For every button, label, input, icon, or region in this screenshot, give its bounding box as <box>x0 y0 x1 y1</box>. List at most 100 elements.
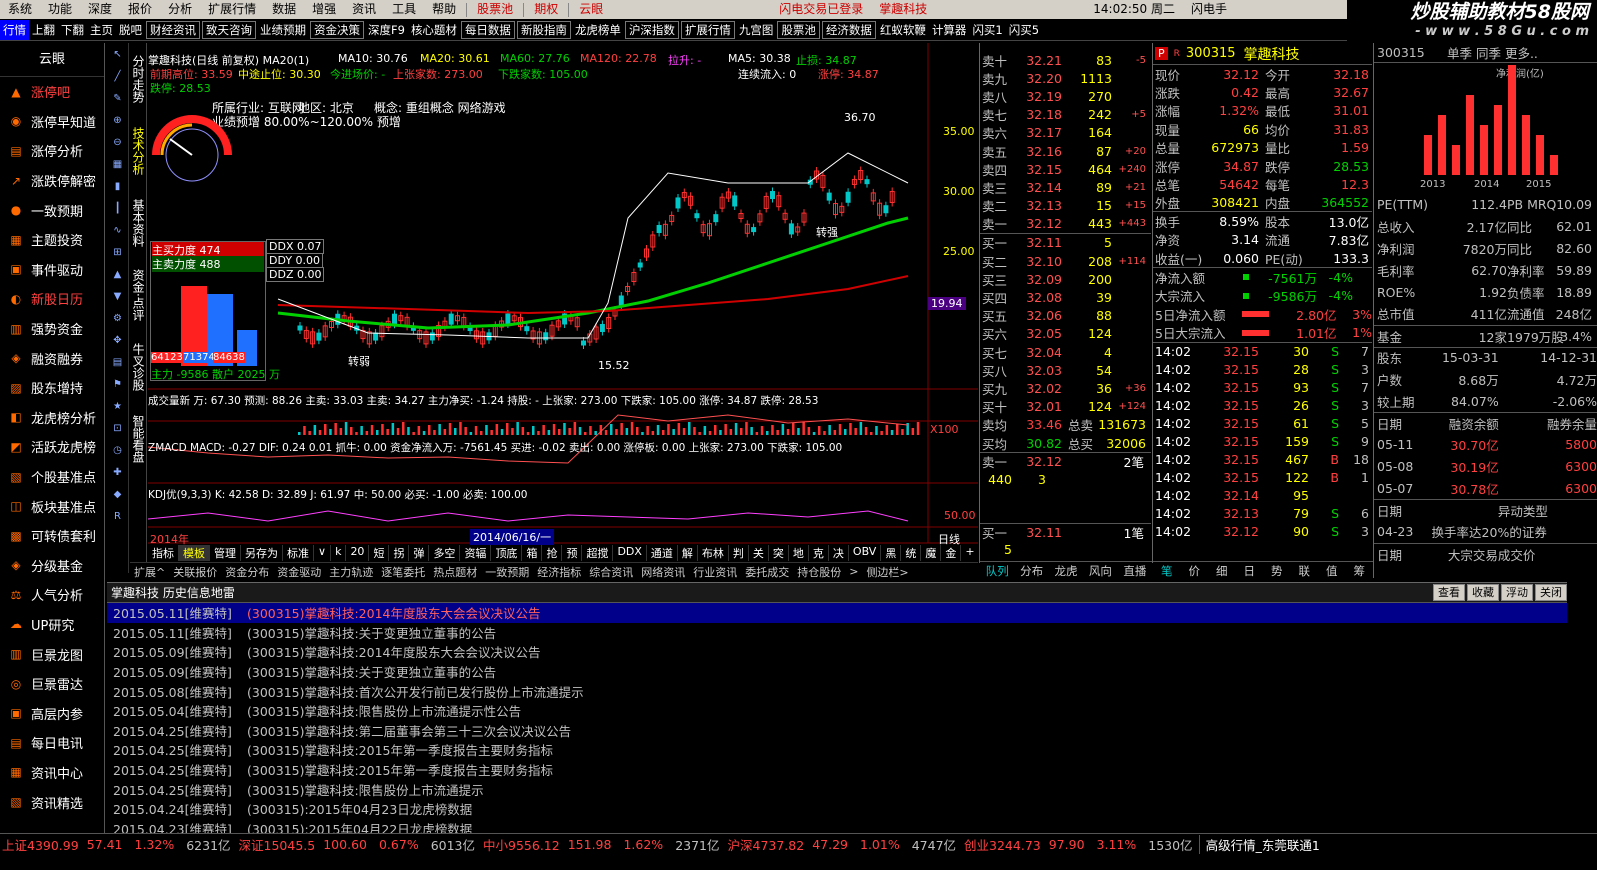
toolbar-flash-buy-1[interactable]: 闪买1 <box>969 20 1005 40</box>
sz-index[interactable]: 深证15045.5 <box>237 835 318 854</box>
toolbar-flash-buy-5[interactable]: 闪买5 <box>1006 20 1042 40</box>
tab-stock-diagnosis[interactable]: 牛叉诊股 <box>130 331 147 403</box>
diamond-icon[interactable]: ◆ <box>107 483 128 505</box>
settings-icon[interactable]: ⚙ <box>107 307 128 329</box>
sell-row[interactable]: 卖四 32.15 464 +240 <box>980 160 1151 178</box>
func-tab[interactable]: 逐笔委托 <box>377 564 429 580</box>
close-button[interactable]: 关闭 <box>1535 584 1567 601</box>
indicator-tab[interactable]: 抢 <box>542 545 563 561</box>
news-item[interactable]: 2015.05.09[维赛特] (300315)掌趣科技:关于变更独立董事的公告 <box>107 662 1567 682</box>
sidebar-item[interactable]: ▧ 个股基准点 <box>0 462 104 492</box>
indicator-tab[interactable]: 超搅 <box>582 545 614 561</box>
news-item[interactable]: 2015.04.25[维赛特] (300315)掌趣科技:限售股份上市流通提示 <box>107 779 1567 799</box>
tab-fundamentals[interactable]: 基本资料 <box>130 187 147 259</box>
menu-tools[interactable]: 工具 <box>384 0 424 19</box>
indicator-tab[interactable]: 解 <box>678 545 698 561</box>
indicator-tab[interactable]: 弹 <box>409 545 430 561</box>
zx-index[interactable]: 中小9556.12 <box>481 835 562 854</box>
menu-quote[interactable]: 报价 <box>120 0 160 19</box>
indicator-tab[interactable]: k <box>331 545 347 561</box>
buy-row[interactable]: 买十 32.01 124 +124 <box>980 398 1151 416</box>
sidebar-item[interactable]: ◉ 涨停早知道 <box>0 107 104 137</box>
buy-row[interactable]: 买五 32.06 88 <box>980 307 1151 325</box>
stock-info-tab[interactable]: 筹 <box>1346 562 1374 579</box>
sidebar-item[interactable]: ◈ 融资融券 <box>0 343 104 373</box>
toolbar-daily-data[interactable]: 每日数据 <box>460 20 515 39</box>
menu-enhance[interactable]: 增强 <box>304 0 344 19</box>
arrow-down-icon[interactable]: ▼ <box>107 285 128 307</box>
cursor-icon[interactable]: ↖ <box>107 43 128 65</box>
candle-icon[interactable]: ┃ <box>107 197 128 219</box>
indicator-tab[interactable]: 突 <box>769 545 789 561</box>
menu-info[interactable]: 资讯 <box>344 0 384 19</box>
indicator-tab[interactable]: 统 <box>901 545 922 561</box>
toolbar-depth-f9[interactable]: 深度F9 <box>365 20 408 40</box>
func-tab[interactable]: 一致预期 <box>481 564 533 580</box>
sell-row[interactable]: 卖八 32.19 270 <box>980 87 1151 105</box>
func-tab[interactable]: 委托成交 <box>741 564 793 580</box>
sell-row[interactable]: 卖二 32.13 15 +15 <box>980 197 1151 215</box>
indicator-tab[interactable]: 关 <box>749 545 769 561</box>
buy-row[interactable]: 买二 32.10 208 +114 <box>980 252 1151 270</box>
sell-row[interactable]: 卖五 32.16 87 +20 <box>980 142 1151 160</box>
indicator-tab[interactable]: 另存为 <box>241 545 283 561</box>
toolbar-ipo-guide[interactable]: 新股指南 <box>516 20 571 39</box>
menu-options[interactable]: 期权 <box>526 0 566 19</box>
func-tab[interactable]: 综合资讯 <box>585 564 637 580</box>
toolbar-earnings-forecast[interactable]: 业绩预期 <box>257 20 309 40</box>
indicator-tab[interactable]: 资辐 <box>460 545 492 561</box>
toolbar-nine-grid[interactable]: 九宫图 <box>736 20 777 40</box>
news-item[interactable]: 2015.05.08[维赛特] (300315)掌趣科技:首次公开发行前已发行股份… <box>107 681 1567 701</box>
sell-row[interactable]: 卖一 32.12 443 +443 <box>980 215 1151 233</box>
func-tab[interactable]: 网络资讯 <box>637 564 689 580</box>
toolbar-dragon-tiger[interactable]: 龙虎榜单 <box>572 20 624 40</box>
buy-row[interactable]: 买八 32.03 54 <box>980 361 1151 379</box>
stock-info-tab[interactable]: 值 <box>1318 562 1346 579</box>
indicator-tab[interactable]: OBV <box>849 545 882 561</box>
toolbar-market[interactable]: 行情 <box>0 19 29 40</box>
indicator-tab[interactable]: 多空 <box>429 545 461 561</box>
menu-function[interactable]: 功能 <box>40 0 80 19</box>
indicator-tab[interactable]: 箱 <box>522 545 543 561</box>
sidebar-item[interactable]: ▨ 股东增持 <box>0 373 104 403</box>
news-item[interactable]: 2015.04.25[维赛特] (300315)掌趣科技:2015年第一季度报告主… <box>107 740 1567 760</box>
compass-icon[interactable]: ✥ <box>107 329 128 351</box>
menu-ext-market[interactable]: 扩展行情 <box>200 0 264 19</box>
indicator-tab[interactable]: 拐 <box>389 545 410 561</box>
news-item[interactable]: 2015.05.04[维赛特] (300315)掌趣科技:限售股份上市流通提示性公… <box>107 701 1567 721</box>
indicator-tab[interactable]: ∨ <box>314 545 332 561</box>
sell-row[interactable]: 卖六 32.17 164 <box>980 124 1151 142</box>
indicator-tab[interactable]: 判 <box>729 545 749 561</box>
view-button[interactable]: 查看 <box>1433 584 1465 601</box>
indicator-tab[interactable]: 通道 <box>647 545 678 561</box>
indicator-tab[interactable]: 指标 <box>148 545 179 561</box>
sidebar-item[interactable]: ◈ 分级基金 <box>0 551 104 581</box>
stock-info-tab[interactable]: 细 <box>1208 562 1236 579</box>
sidebar-item[interactable]: ◎ 巨景雷达 <box>0 669 104 699</box>
toolbar-finance-news[interactable]: 财经资讯 <box>146 20 200 39</box>
sidebar-item[interactable]: ◧ 龙虎榜分析 <box>0 403 104 433</box>
sidebar-item[interactable]: ◩ 活跃龙虎榜 <box>0 432 104 462</box>
server-name[interactable]: 高级行情_东莞联通1 <box>1198 834 1326 854</box>
f10-tabs[interactable]: 单季 同季 更多.. <box>1447 43 1538 62</box>
sell-row[interactable]: 卖九 32.20 1113 <box>980 69 1151 87</box>
buy-row[interactable]: 买七 32.04 4 <box>980 343 1151 361</box>
zoom-in-icon[interactable]: ⊕ <box>107 109 128 131</box>
plus-icon[interactable]: ✚ <box>107 461 128 483</box>
indicator-tab[interactable]: 管理 <box>210 545 241 561</box>
trade-login-status[interactable]: 闪电交易已登录 <box>771 0 871 19</box>
menu-help[interactable]: 帮助 <box>424 0 464 19</box>
sidebar-item[interactable]: ▦ 主题投资 <box>0 225 104 255</box>
sidebar-item[interactable]: ▥ 巨景龙图 <box>0 639 104 669</box>
sell-row[interactable]: 卖七 32.18 242 +5 <box>980 106 1151 124</box>
stock-info-tab[interactable]: 价 <box>1181 562 1209 579</box>
func-tab[interactable]: 热点题材 <box>429 564 481 580</box>
line-tool-icon[interactable]: ╱ <box>107 65 128 87</box>
news-item[interactable]: 2015.04.25[维赛特] (300315)掌趣科技:2015年第一季度报告主… <box>107 760 1567 780</box>
toolbar-page-up[interactable]: 上翻 <box>29 20 58 40</box>
indicator-tab[interactable]: 地 <box>789 545 809 561</box>
indicator-tab[interactable]: 决 <box>829 545 849 561</box>
flag-icon[interactable]: ⚑ <box>107 373 128 395</box>
sidebar-item[interactable]: ↗ 涨跌停解密 <box>0 166 104 196</box>
cy-index[interactable]: 创业3244.73 <box>962 835 1043 854</box>
